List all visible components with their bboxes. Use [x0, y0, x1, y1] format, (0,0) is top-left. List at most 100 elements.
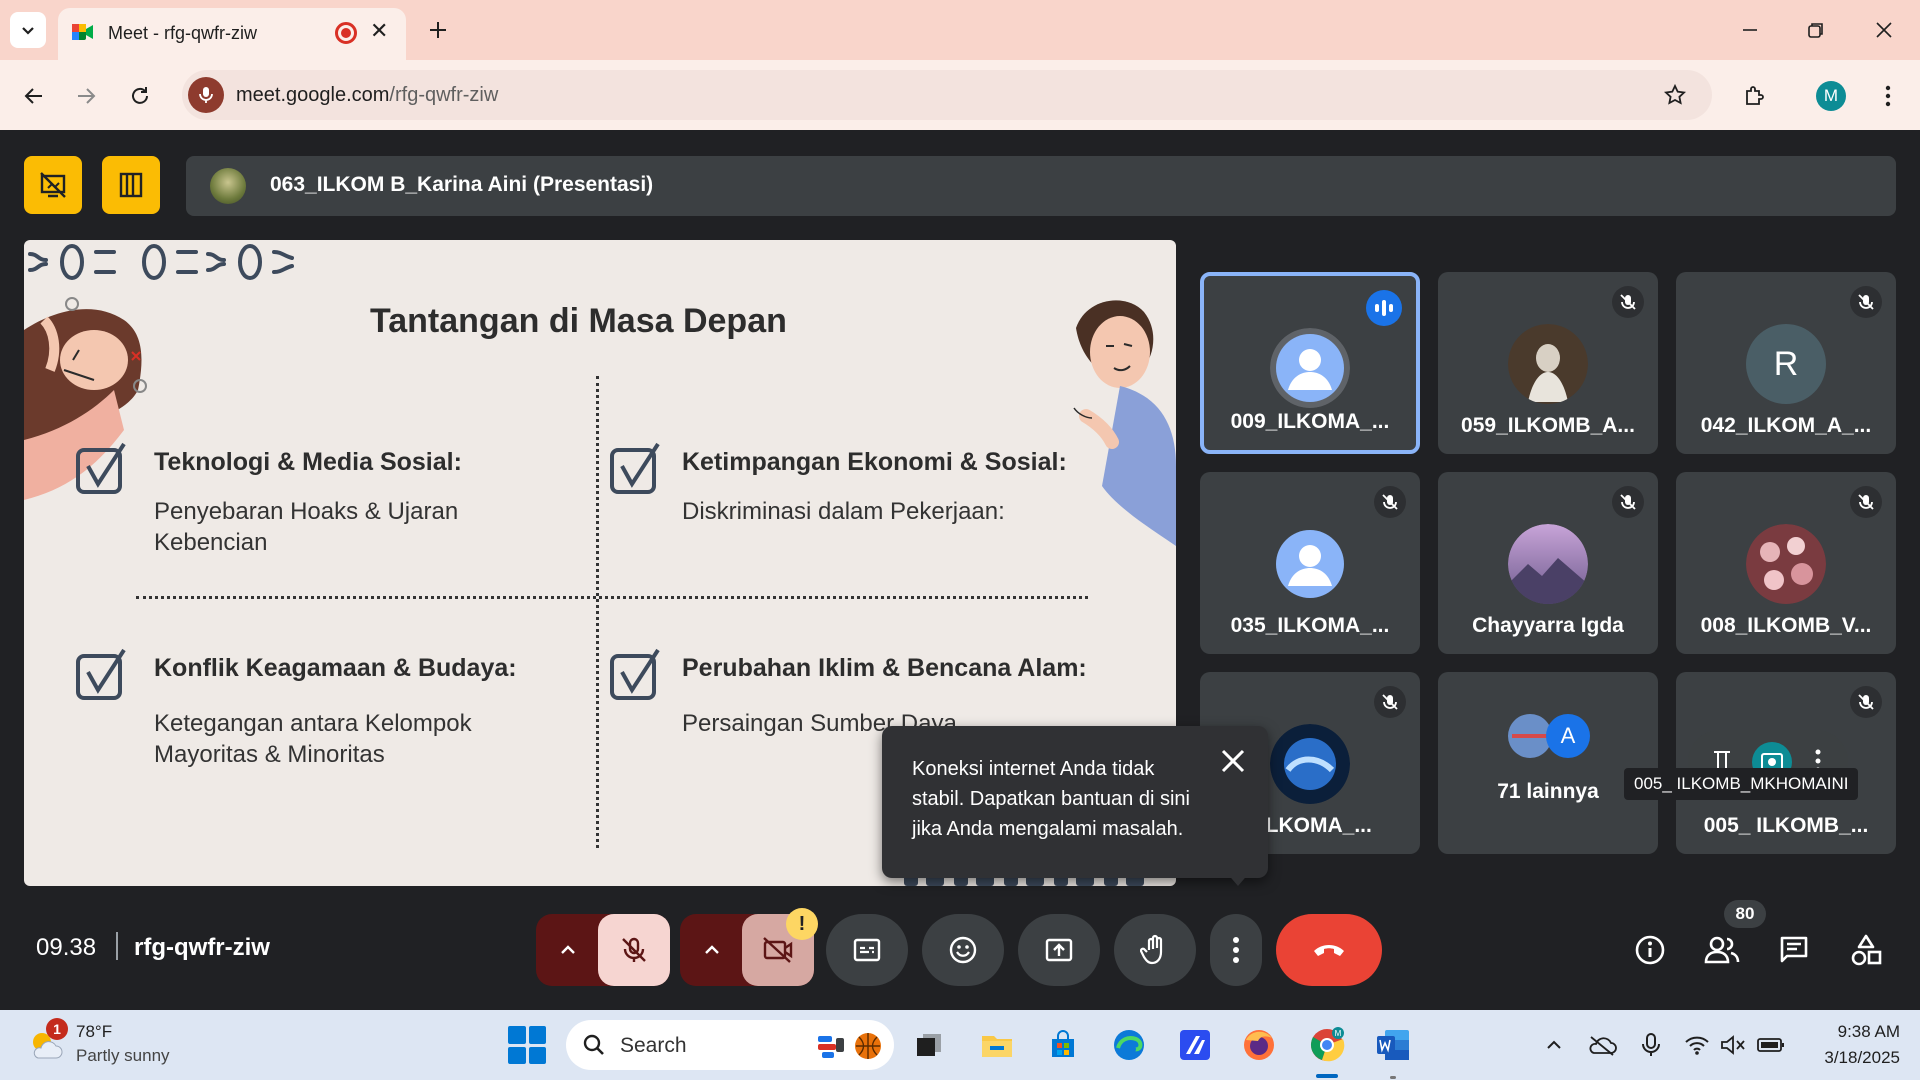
chevron-up-icon[interactable] — [556, 938, 580, 962]
call-end-icon — [1314, 945, 1344, 956]
divider — [116, 932, 118, 960]
start-button[interactable] — [508, 1026, 546, 1064]
participant-tile[interactable]: 009_ILKOMA_... — [1200, 272, 1420, 454]
participant-tile[interactable]: 059_ILKOMB_A... — [1438, 272, 1658, 454]
captions-button[interactable] — [826, 914, 908, 986]
taskbar-edge-icon[interactable] — [1108, 1024, 1150, 1066]
battery-icon[interactable] — [1750, 1024, 1792, 1066]
participant-tile-others[interactable]: A 71 lainnya — [1438, 672, 1658, 854]
participant-tile[interactable]: R 042_ILKOM_A_... — [1676, 272, 1896, 454]
slide-horizontal-divider — [136, 596, 1088, 599]
activities-button[interactable] — [1842, 926, 1890, 974]
site-info-microphone-icon[interactable] — [188, 77, 224, 113]
address-bar[interactable]: meet.google.com/rfg-qwfr-ziw — [182, 70, 1712, 120]
speaker-muted-icon[interactable] — [1712, 1024, 1754, 1066]
participant-tile[interactable]: 035_ILKOMA_... — [1200, 472, 1420, 654]
microphone-tray-icon[interactable] — [1630, 1024, 1672, 1066]
browser-tab-meet[interactable]: Meet - rfg-qwfr-ziw ✕ — [58, 8, 406, 60]
reload-icon — [132, 87, 148, 104]
search-icon — [583, 1034, 604, 1055]
people-icon — [1704, 936, 1740, 964]
mic-off-icon — [1850, 686, 1882, 718]
participant-tile[interactable]: Chayyarra Igda — [1438, 472, 1658, 654]
meeting-code: rfg-qwfr-ziw — [134, 934, 270, 961]
window-close-button[interactable] — [1864, 10, 1904, 50]
onedrive-cloud-icon[interactable] — [1581, 1024, 1623, 1066]
browser-menu-button[interactable] — [1868, 76, 1908, 116]
network-warning-toast[interactable]: Koneksi internet Anda tidak stabil. Dapa… — [882, 726, 1268, 878]
url-text[interactable]: meet.google.com/rfg-qwfr-ziw — [236, 84, 498, 107]
new-tab-button[interactable] — [420, 12, 456, 48]
default-avatar-icon — [1276, 530, 1344, 598]
arrow-left-icon — [24, 88, 42, 104]
hand-icon — [1140, 934, 1163, 965]
taskbar-store-icon[interactable] — [1042, 1024, 1084, 1066]
raise-hand-button[interactable] — [1114, 914, 1196, 986]
tab-close-icon[interactable]: ✕ — [370, 18, 388, 44]
mic-off-icon — [1612, 286, 1644, 318]
reactions-button[interactable] — [922, 914, 1004, 986]
present-screen-button[interactable] — [1018, 914, 1100, 986]
windows-logo-pane — [528, 1046, 546, 1064]
speaking-indicator-icon — [1366, 290, 1402, 326]
mic-toggle-button[interactable] — [598, 914, 670, 986]
puzzle-icon — [1746, 86, 1764, 105]
videocam-off-icon — [763, 937, 793, 963]
forward-button[interactable] — [66, 76, 106, 116]
taskbar-search-box[interactable]: Search — [566, 1020, 894, 1070]
extensions-button[interactable] — [1734, 76, 1774, 116]
taskbar-clock-time[interactable]: 9:38 AM — [1808, 1022, 1900, 1042]
taskbar-app-icon[interactable] — [1174, 1024, 1216, 1066]
info-icon — [1635, 935, 1665, 965]
present-to-all-icon — [1045, 938, 1073, 962]
taskbar-firefox-icon[interactable] — [1238, 1024, 1280, 1066]
leave-call-button[interactable] — [1276, 914, 1382, 986]
taskbar-file-explorer-icon[interactable] — [976, 1024, 1018, 1066]
participant-photo-avatar — [1270, 724, 1350, 804]
participant-name: 042_ILKOM_A_... — [1700, 414, 1872, 437]
toast-pointer — [1226, 872, 1250, 886]
minimize-icon — [1743, 29, 1757, 31]
profile-avatar[interactable]: M — [1816, 81, 1846, 111]
presenter-avatar — [210, 168, 246, 204]
weather-description[interactable]: Partly sunny — [76, 1046, 170, 1066]
taskbar-word-icon[interactable] — [1372, 1024, 1414, 1066]
back-button[interactable] — [14, 76, 54, 116]
window-minimize-button[interactable] — [1730, 10, 1770, 50]
meeting-details-button[interactable] — [1626, 926, 1674, 974]
checkbox-icon — [76, 442, 126, 494]
more-options-button[interactable] — [1210, 914, 1262, 986]
slide-vertical-divider — [596, 376, 599, 848]
quadrant-body: Diskriminasi dalam Pekerjaan: — [682, 498, 1005, 525]
taskbar-clock-date[interactable]: 3/18/2025 — [1800, 1048, 1900, 1068]
meet-app: 063_ILKOM B_Karina Aini (Presentasi) Tan… — [0, 130, 1920, 1010]
reload-button[interactable] — [120, 76, 160, 116]
quadrant-title: Ketimpangan Ekonomi & Sosial: — [682, 448, 1067, 476]
show-hidden-icons-chevron-icon[interactable] — [1533, 1024, 1575, 1066]
mic-off-icon — [1374, 686, 1406, 718]
pin-layout-button[interactable] — [102, 156, 160, 214]
taskbar-chrome-icon[interactable]: M — [1306, 1024, 1348, 1066]
google-meet-favicon-icon — [72, 24, 93, 40]
window-restore-button[interactable] — [1796, 10, 1836, 50]
restore-icon — [1808, 23, 1823, 38]
tab-search-button[interactable] — [10, 12, 46, 48]
checkbox-icon — [76, 648, 126, 700]
meeting-clock: 09.38 — [36, 934, 97, 961]
participant-letter-avatar: A — [1546, 714, 1590, 758]
bookmark-star-icon[interactable] — [1660, 80, 1690, 110]
toast-message: Koneksi internet Anda tidak stabil. Dapa… — [912, 758, 1190, 840]
windows-logo-pane — [508, 1046, 526, 1064]
people-button[interactable] — [1698, 926, 1746, 974]
weather-temperature[interactable]: 78°F — [76, 1022, 112, 1042]
chevron-up-icon[interactable] — [700, 938, 724, 962]
chat-button[interactable] — [1770, 926, 1818, 974]
participant-tile[interactable]: 008_ILKOMB_V... — [1676, 472, 1896, 654]
more-vert-icon — [1885, 85, 1891, 107]
default-avatar-icon — [1270, 328, 1350, 408]
mic-off-icon — [1374, 486, 1406, 518]
taskbar-task-view-icon[interactable] — [908, 1024, 950, 1066]
toast-close-button[interactable] — [1220, 746, 1246, 780]
browser-tab-bar: Meet - rfg-qwfr-ziw ✕ — [0, 0, 1920, 60]
stop-presentation-button[interactable] — [24, 156, 82, 214]
